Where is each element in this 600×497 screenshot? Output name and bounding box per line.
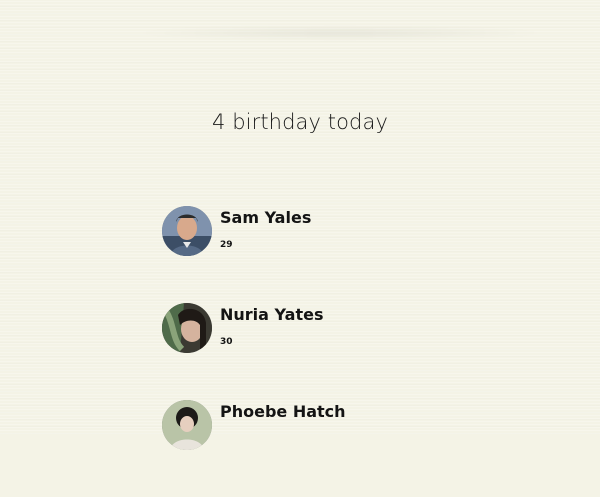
avatar	[162, 303, 212, 353]
top-shadow	[130, 26, 550, 40]
list-item[interactable]: Phoebe Hatch	[162, 400, 462, 497]
birthday-list: Sam Yales 29 Nuria Yates 30 Phoebe Hatch	[162, 206, 462, 497]
person-name: Nuria Yates	[220, 305, 324, 324]
avatar-man-icon	[162, 206, 212, 256]
person-age: 30	[220, 337, 233, 347]
avatar-woman-icon	[162, 303, 212, 353]
page-title: 4 birthday today	[212, 110, 388, 134]
person-age: 29	[220, 240, 233, 250]
list-item[interactable]: Nuria Yates 30	[162, 303, 462, 400]
avatar	[162, 206, 212, 256]
person-name: Phoebe Hatch	[220, 402, 346, 421]
person-name: Sam Yales	[220, 208, 312, 227]
avatar-woman-icon	[162, 400, 212, 450]
avatar	[162, 400, 212, 450]
list-item[interactable]: Sam Yales 29	[162, 206, 462, 303]
